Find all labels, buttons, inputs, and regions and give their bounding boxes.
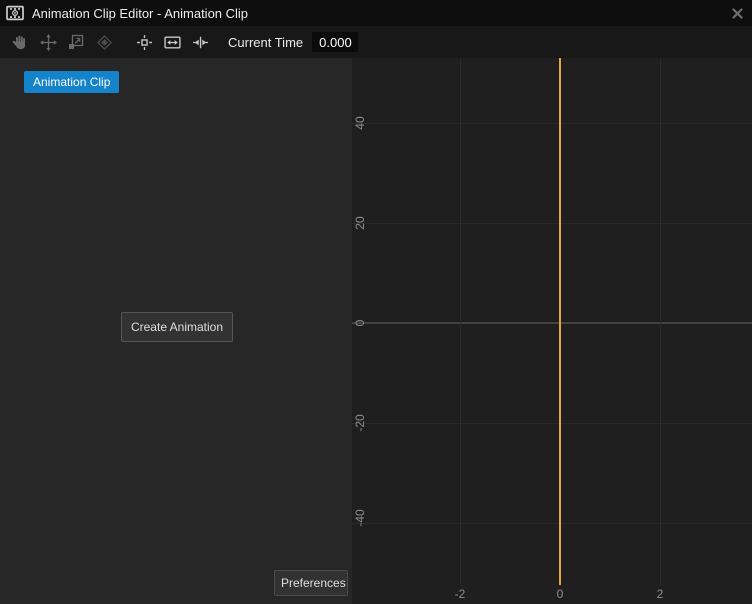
move-icon[interactable] bbox=[36, 30, 60, 54]
y-tick-label: 0 bbox=[352, 307, 368, 339]
gridline-y0 bbox=[352, 322, 752, 324]
gridline-y40 bbox=[352, 123, 752, 124]
toolbar: Current Time bbox=[0, 26, 752, 58]
preferences-button[interactable]: Preferences bbox=[274, 570, 348, 596]
keyframe-diamond-icon[interactable] bbox=[92, 30, 116, 54]
y-tick-label: 40 bbox=[352, 107, 368, 139]
x-tick-label: -2 bbox=[440, 587, 480, 601]
clip-list-panel: Animation Clip Create Animation Preferen… bbox=[0, 58, 352, 604]
y-tick-label: -40 bbox=[352, 502, 368, 534]
gridline-y-20 bbox=[352, 423, 752, 424]
current-time-label: Current Time bbox=[228, 35, 303, 50]
content-area: Animation Clip Create Animation Preferen… bbox=[0, 58, 752, 604]
titlebar[interactable]: Animation Clip Editor - Animation Clip bbox=[0, 0, 752, 26]
current-time-input[interactable] bbox=[312, 32, 358, 52]
gridline-y20 bbox=[352, 223, 752, 224]
close-icon[interactable] bbox=[728, 4, 746, 22]
center-playhead-icon[interactable] bbox=[188, 30, 212, 54]
y-tick-label: -20 bbox=[352, 407, 368, 439]
x-tick-label: 2 bbox=[640, 587, 680, 601]
animation-clip-editor-window: Animation Clip Editor - Animation Clip bbox=[0, 0, 752, 604]
gridline-y-40 bbox=[352, 523, 752, 524]
y-tick-label: 20 bbox=[352, 207, 368, 239]
curve-editor-canvas[interactable]: 40 20 0 -20 -40 -2 0 2 bbox=[352, 58, 752, 604]
hand-icon[interactable] bbox=[8, 30, 32, 54]
filmstrip-icon bbox=[5, 3, 25, 23]
scale-icon[interactable] bbox=[64, 30, 88, 54]
center-origin-icon[interactable] bbox=[132, 30, 156, 54]
gridline-x2 bbox=[660, 58, 661, 585]
gridline-x-2 bbox=[460, 58, 461, 585]
playhead-line[interactable] bbox=[559, 58, 561, 585]
fit-width-icon[interactable] bbox=[160, 30, 184, 54]
create-animation-button[interactable]: Create Animation bbox=[121, 312, 233, 342]
animation-clip-badge[interactable]: Animation Clip bbox=[24, 71, 119, 93]
window-title: Animation Clip Editor - Animation Clip bbox=[32, 6, 248, 21]
x-tick-label: 0 bbox=[540, 587, 580, 601]
